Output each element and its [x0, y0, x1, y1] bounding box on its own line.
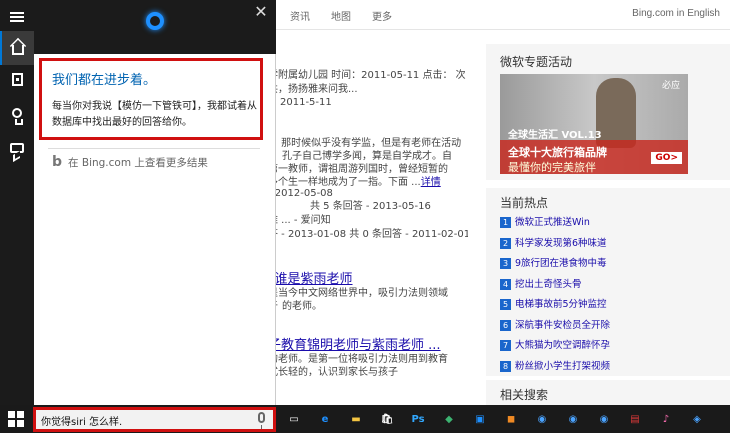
result-title[interactable]: _谁是紫雨老师: [268, 268, 478, 287]
answer-title: 我们都在进步着。: [52, 73, 157, 88]
trending-item[interactable]: 2 科学家发现第6种味道: [500, 235, 610, 256]
bing-logo: 必应: [661, 81, 680, 91]
app-icon-green[interactable]: ◆: [439, 409, 459, 429]
trending-panel: 当前热点 1 微软正式推送Win 2 科学家发现第6种味道 3 9旅行团在港食物中毒 4 挖出…: [486, 188, 730, 376]
trending-item-label[interactable]: 挖出土奇怪头骨: [515, 279, 582, 290]
taskbar: 你觉得siri 怎么样. ▭ e ▬ 🛍 Ps ◆ ▣ ◼ ◉ ◉ ◉ ▤ ♪ ◈: [0, 405, 730, 433]
microphone-icon[interactable]: [258, 412, 265, 429]
app-icon-circle-3[interactable]: ◉: [594, 409, 614, 429]
result-snippet-line: 式长轻的，认识到家长与孩子: [268, 367, 398, 378]
home-icon: [12, 45, 24, 55]
lightbulb-icon: [12, 108, 23, 125]
trending-item[interactable]: 4 挖出土奇怪头骨: [500, 276, 610, 297]
trending-rank-badge: 1: [500, 217, 511, 228]
promo-panel: 微软专题活动 必应 全球生活汇 VOL.13 全球十大旅行箱品牌 最懂你的完美旅…: [486, 44, 730, 180]
app-icon-red[interactable]: ▤: [625, 409, 645, 429]
itunes-icon[interactable]: ♪: [656, 409, 676, 429]
cortana-panel: 我们都在进步着。 每当你对我说【模仿一下管铁可】，我都试着从数据库中找出最好的回…: [34, 54, 276, 405]
promo-heading: 微软专题活动: [500, 55, 573, 69]
trending-item-label[interactable]: 大熊猫为吹空调醉怀孕: [515, 340, 610, 351]
result-meta: 答 - 2013-01-08 共 0 条回答 - 2011-02-01: [268, 229, 468, 240]
result-snippet-line: 的老师。: [282, 301, 322, 312]
promo-banner[interactable]: 必应 全球生活汇 VOL.13 全球十大旅行箱品牌 最懂你的完美旅伴 GO>: [500, 74, 688, 174]
taskbar-search-box[interactable]: 你觉得siri 怎么样.: [33, 407, 276, 432]
trending-item[interactable]: 3 9旅行团在港食物中毒: [500, 255, 610, 276]
edge-icon[interactable]: e: [315, 409, 335, 429]
answer-text: 每当你对我说【模仿一下管铁可】，我都试着从数据库中找出最好的回答给你。: [52, 101, 257, 128]
trending-rank-badge: 2: [500, 237, 511, 249]
cortana-answer-card: 我们都在进步着。 每当你对我说【模仿一下管铁可】，我都试着从数据库中找出最好的回…: [39, 58, 263, 140]
cortana-header: ✕: [34, 0, 276, 54]
promo-subline: 最懂你的完美旅伴: [508, 161, 596, 174]
see-more-on-bing-link[interactable]: b 在 Bing.com 上查看更多结果: [52, 154, 208, 170]
related-panel: 相关搜索: [486, 380, 730, 405]
bing-b-icon: b: [52, 154, 63, 170]
photoshop-icon[interactable]: Ps: [408, 409, 428, 429]
notebook-icon: [11, 72, 23, 86]
trending-list: 1 微软正式推送Win 2 科学家发现第6种味道 3 9旅行团在港食物中毒 4 挖出土奇怪头骨…: [500, 214, 610, 378]
trending-item-label[interactable]: 微软正式推送Win: [515, 217, 590, 228]
promo-headline: 全球十大旅行箱品牌: [508, 146, 607, 159]
tips-button[interactable]: [0, 97, 34, 131]
task-view-icon[interactable]: ▭: [284, 409, 304, 429]
hamburger-icon: [10, 12, 24, 22]
windows-logo-icon: [8, 411, 15, 418]
hamburger-menu-button[interactable]: [0, 0, 34, 34]
result-title-text[interactable]: _谁是紫雨老师: [268, 272, 353, 287]
tab-more[interactable]: 更多: [372, 8, 392, 23]
store-icon[interactable]: 🛍: [377, 409, 397, 429]
trending-item-label[interactable]: 电梯事故前5分钟监控: [515, 299, 607, 310]
close-button[interactable]: ✕: [253, 4, 269, 20]
search-input[interactable]: 你觉得siri 怎么样.: [41, 413, 122, 428]
trending-rank-badge: 6: [500, 319, 511, 331]
trending-item[interactable]: 7 大熊猫为吹空调醉怀孕: [500, 337, 610, 358]
app-icon-blue[interactable]: ▣: [470, 409, 490, 429]
trending-item-label[interactable]: 9旅行团在港食物中毒: [515, 258, 607, 269]
app-icon-circle-2[interactable]: ◉: [563, 409, 583, 429]
start-button[interactable]: [8, 411, 24, 427]
trending-item[interactable]: 8 粉丝掀小学生打架视频: [500, 358, 610, 379]
trending-item[interactable]: 1 微软正式推送Win: [500, 214, 610, 235]
cortana-circle-icon: [146, 12, 164, 30]
trending-rank-badge: 7: [500, 340, 511, 351]
related-heading: 相关搜索: [500, 388, 549, 402]
promo-volume: 全球生活汇 VOL.13: [508, 130, 602, 141]
home-button[interactable]: [0, 31, 34, 65]
trending-item[interactable]: 6 深航事件安检员全开除: [500, 317, 610, 338]
trending-heading: 当前热点: [500, 196, 549, 210]
cortana-nav-rail: [0, 0, 34, 405]
feedback-button[interactable]: [0, 131, 34, 165]
trending-item-label[interactable]: 深航事件安检员全开除: [515, 320, 610, 331]
app-icon-circle-1[interactable]: ◉: [532, 409, 552, 429]
result-snippet-line: 学附属幼儿园 时间：2011-05-11 点击： 次: [268, 70, 466, 81]
trending-rank-badge: 3: [500, 258, 511, 269]
divider: [48, 148, 260, 149]
bing-english-link[interactable]: Bing.com in English: [632, 8, 720, 19]
tab-news[interactable]: 资讯: [290, 8, 310, 23]
result-title[interactable]: 子教育锦明老师与紫雨老师 ...: [268, 334, 478, 353]
see-more-label: 在 Bing.com 上查看更多结果: [68, 156, 208, 169]
trending-rank-badge: 8: [500, 360, 511, 372]
result-meta: 共 5 条回答 - 2013-05-16: [310, 201, 431, 212]
app-icon-last[interactable]: ◈: [687, 409, 707, 429]
result-link[interactable]: 雅 ... - 爱问知: [268, 213, 468, 228]
trending-item[interactable]: 5 电梯事故前5分钟监控: [500, 296, 610, 317]
promo-person-image: [596, 78, 636, 148]
trending-rank-badge: 4: [500, 278, 511, 290]
trending-item-label[interactable]: 科学家发现第6种味道: [515, 238, 607, 249]
trending-item-label[interactable]: 粉丝掀小学生打架视频: [515, 361, 610, 372]
app-icon-orange[interactable]: ◼: [501, 409, 521, 429]
tab-maps[interactable]: 地图: [331, 8, 351, 23]
bing-nav-bar: 资讯 地图 更多 Bing.com in English: [276, 0, 730, 30]
notebook-button[interactable]: [0, 62, 34, 96]
feedback-icon: [10, 143, 24, 153]
result-date: 2011-5-11: [280, 97, 332, 108]
trending-rank-badge: 5: [500, 299, 511, 310]
promo-go-button[interactable]: GO>: [651, 152, 682, 164]
file-explorer-icon[interactable]: ▬: [346, 409, 366, 429]
